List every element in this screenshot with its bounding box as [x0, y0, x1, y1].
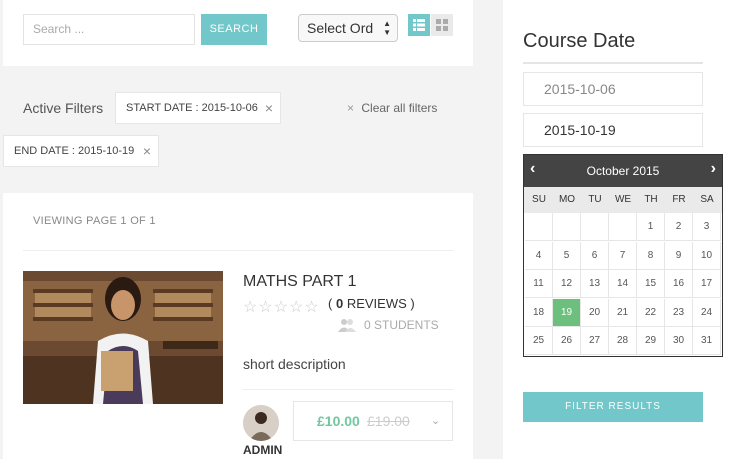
- calendar-day[interactable]: 8: [637, 241, 665, 270]
- price-box[interactable]: £10.00 £19.00 ⌄: [293, 401, 453, 441]
- reviews-open-paren: (: [328, 296, 333, 311]
- close-icon: ×: [347, 101, 355, 115]
- students-label: 0 STUDENTS: [364, 318, 439, 332]
- users-icon: [338, 319, 356, 332]
- calendar-day[interactable]: 27: [581, 327, 609, 356]
- calendar-day[interactable]: 9: [665, 241, 693, 270]
- search-button[interactable]: SEARCH: [201, 14, 267, 45]
- grid-view-button[interactable]: [431, 14, 453, 36]
- start-date-field[interactable]: 2015-10-06: [523, 72, 703, 106]
- weekday-label: FR: [672, 194, 686, 205]
- list-view-button[interactable]: [408, 14, 430, 36]
- students-count: 0 STUDENTS: [338, 318, 439, 332]
- clear-all-filters-label: Clear all filters: [361, 101, 438, 115]
- calendar-day[interactable]: 24: [693, 298, 721, 327]
- calendar-day[interactable]: 2: [665, 213, 693, 241]
- filter-chip-label: END DATE : 2015-10-19: [14, 145, 135, 157]
- select-arrows-icon: ▲ ▼: [383, 19, 391, 37]
- calendar-day[interactable]: 4: [525, 241, 553, 270]
- calendar-day[interactable]: 23: [665, 298, 693, 327]
- divider: [23, 250, 453, 251]
- calendar-day[interactable]: 28: [609, 327, 637, 356]
- weekday-label: TU: [588, 194, 602, 205]
- order-select-value: Select Ord: [307, 20, 374, 36]
- grid-icon: [436, 19, 448, 31]
- weekday-label: SU: [532, 194, 546, 205]
- calendar-day[interactable]: 31: [693, 327, 721, 356]
- old-price: £19.00: [367, 413, 410, 429]
- filter-chip-end-date: END DATE : 2015-10-19 ×: [3, 135, 159, 167]
- calendar-day[interactable]: 10: [693, 241, 721, 270]
- search-input[interactable]: Search ...: [23, 14, 195, 45]
- active-filters-label: Active Filters: [23, 100, 104, 116]
- calendar-days: 1 2 3 4 5 6 7 8 9 10 11 12 13 14 15 16 17 18 19 20 21 22 23 24 2…: [524, 213, 722, 356]
- end-date-field[interactable]: 2015-10-19: [523, 113, 703, 147]
- avatar[interactable]: [243, 405, 279, 441]
- calendar-day[interactable]: 25: [525, 327, 553, 356]
- calendar-day[interactable]: 18: [525, 298, 553, 327]
- calendar-day[interactable]: 11: [525, 270, 553, 299]
- reviews-label: REVIEWS ): [346, 296, 415, 311]
- calendar-empty-cell: [609, 213, 637, 241]
- calendar-day[interactable]: 15: [637, 270, 665, 299]
- price: £10.00: [317, 413, 360, 429]
- calendar-day[interactable]: 26: [553, 327, 581, 356]
- filter-chip-label: START DATE : 2015-10-06: [126, 102, 258, 114]
- calendar-day[interactable]: 30: [665, 327, 693, 356]
- author-name[interactable]: ADMIN: [243, 443, 282, 457]
- clear-all-filters-link[interactable]: × Clear all filters: [347, 101, 437, 115]
- calendar-day[interactable]: 21: [609, 298, 637, 327]
- calendar-day[interactable]: 16: [665, 270, 693, 299]
- reviews-number: 0: [335, 296, 344, 311]
- avatar-image: [243, 405, 279, 441]
- close-icon[interactable]: ×: [265, 93, 273, 123]
- calendar-empty-cell: [581, 213, 609, 241]
- calendar-empty-cell: [525, 213, 553, 241]
- calendar-day[interactable]: 14: [609, 270, 637, 299]
- filter-results-button[interactable]: FILTER RESULTS: [523, 392, 703, 422]
- weekday-label: TH: [644, 194, 658, 205]
- calendar-header: ‹ October 2015 ›: [524, 155, 722, 187]
- course-short-description: short description: [243, 356, 346, 372]
- viewing-page-text: VIEWING PAGE 1 OF 1: [33, 215, 156, 227]
- calendar-day[interactable]: 20: [581, 298, 609, 327]
- calendar-day[interactable]: 17: [693, 270, 721, 299]
- filter-chip-start-date: START DATE : 2015-10-06 ×: [115, 92, 281, 124]
- calendar-day[interactable]: 22: [637, 298, 665, 327]
- chevron-right-icon[interactable]: ›: [711, 160, 716, 178]
- rating-stars-icon: ☆☆☆☆☆: [243, 299, 320, 316]
- close-icon[interactable]: ×: [143, 136, 151, 166]
- course-title[interactable]: MATHS PART 1: [243, 273, 357, 291]
- calendar-weekdays: SU MO TU WE TH FR SA: [524, 187, 722, 213]
- date-picker: ‹ October 2015 › SU MO TU WE TH FR SA 12345678…: [523, 154, 723, 357]
- calendar-day[interactable]: 3: [693, 213, 721, 241]
- calendar-day[interactable]: 7: [609, 241, 637, 270]
- divider: [243, 389, 453, 390]
- list-icon: [413, 19, 425, 31]
- weekday-label: SA: [700, 194, 714, 205]
- chevron-down-icon: ⌄: [431, 415, 441, 427]
- calendar-day[interactable]: 12: [553, 270, 581, 299]
- calendar-day[interactable]: 19: [553, 298, 581, 327]
- calendar-day[interactable]: 6: [581, 241, 609, 270]
- course-image: [23, 271, 223, 404]
- weekday-label: MO: [558, 194, 576, 205]
- course-thumbnail[interactable]: [23, 271, 223, 404]
- divider: [523, 62, 703, 64]
- order-select[interactable]: Select Ord ▲ ▼: [298, 14, 398, 42]
- calendar-day[interactable]: 13: [581, 270, 609, 299]
- calendar-day[interactable]: 1: [637, 213, 665, 241]
- weekday-label: WE: [614, 194, 632, 205]
- calendar-day[interactable]: 5: [553, 241, 581, 270]
- review-count: ( 0 REVIEWS ): [328, 296, 415, 311]
- sidebar-title: Course Date: [523, 30, 636, 52]
- calendar-empty-cell: [553, 213, 581, 241]
- calendar-month: October 2015: [586, 164, 660, 178]
- calendar-day[interactable]: 29: [637, 327, 665, 356]
